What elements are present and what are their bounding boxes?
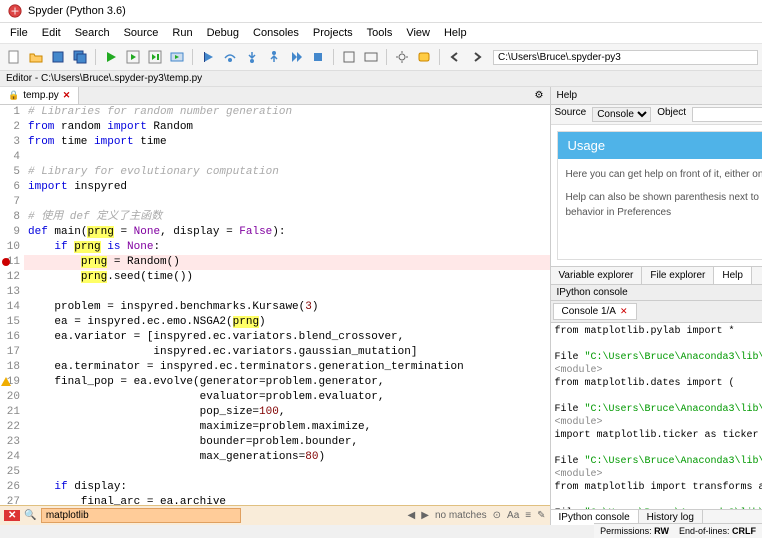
save-button[interactable] [48, 47, 68, 67]
console-output[interactable]: from matplotlib.pylab import * File "C:\… [551, 323, 762, 509]
menu-tools[interactable]: Tools [361, 25, 399, 41]
continue-button[interactable] [286, 47, 306, 67]
source-select[interactable]: Console [592, 107, 651, 122]
step-over-button[interactable] [220, 47, 240, 67]
window-title: Spyder (Python 3.6) [28, 5, 126, 17]
usage-text-1: Here you can get help on front of it, ei… [566, 167, 762, 182]
step-out-button[interactable] [264, 47, 284, 67]
back-button[interactable] [445, 47, 465, 67]
run-button[interactable] [101, 47, 121, 67]
menu-run[interactable]: Run [166, 25, 198, 41]
lock-icon: 🔒 [8, 90, 19, 101]
spyder-logo-icon [8, 4, 22, 18]
menu-projects[interactable]: Projects [307, 25, 359, 41]
fullscreen-button[interactable] [361, 47, 381, 67]
editor-tab-label: temp.py [23, 90, 59, 101]
menu-consoles[interactable]: Consoles [247, 25, 305, 41]
save-all-button[interactable] [70, 47, 90, 67]
menubar: FileEditSearchSourceRunDebugConsolesProj… [0, 23, 762, 44]
menu-file[interactable]: File [4, 25, 34, 41]
close-tab-icon[interactable]: ✕ [63, 90, 71, 101]
tab-file-explorer[interactable]: File explorer [642, 267, 714, 284]
forward-button[interactable] [467, 47, 487, 67]
preferences-button[interactable] [392, 47, 412, 67]
toolbar [0, 44, 762, 71]
regex-toggle[interactable]: ⊙ [493, 510, 501, 521]
editor-tab[interactable]: 🔒 temp.py ✕ [0, 87, 79, 104]
source-label: Source [555, 107, 587, 122]
right-pane: Help Source Console Object Usage Here yo… [551, 87, 762, 525]
run-cell-button[interactable] [123, 47, 143, 67]
word-toggle[interactable]: ≡ [525, 510, 531, 521]
case-toggle[interactable]: Aa [507, 510, 519, 521]
editor-pane: 🔒 temp.py ✕ ⚙ 1# Libraries for random nu… [0, 87, 551, 525]
help-source-bar: Source Console Object [551, 105, 762, 125]
stop-debug-button[interactable] [308, 47, 328, 67]
prev-match-button[interactable]: ◀ [408, 510, 416, 521]
find-bar: ✕ 🔍 ◀ ▶ no matches ⊙ Aa ≡ ✎ [0, 505, 550, 525]
new-file-button[interactable] [4, 47, 24, 67]
titlebar: Spyder (Python 3.6) [0, 0, 762, 23]
no-matches-label: no matches [435, 510, 487, 521]
find-input[interactable] [41, 508, 241, 523]
tab-help[interactable]: Help [714, 267, 752, 284]
close-find-button[interactable]: ✕ [4, 510, 20, 521]
close-console-icon[interactable]: ✕ [620, 306, 628, 317]
highlight-toggle[interactable]: ✎ [537, 510, 545, 521]
step-into-button[interactable] [242, 47, 262, 67]
menu-debug[interactable]: Debug [201, 25, 245, 41]
working-dir-input[interactable] [493, 50, 758, 65]
open-file-button[interactable] [26, 47, 46, 67]
console-header: IPython console [551, 285, 762, 301]
help-header: Help [551, 87, 762, 105]
menu-help[interactable]: Help [438, 25, 473, 41]
editor-options-icon[interactable]: ⚙ [529, 87, 550, 104]
pythonpath-button[interactable] [414, 47, 434, 67]
menu-view[interactable]: View [400, 25, 436, 41]
help-tabs: Variable explorerFile explorerHelp [551, 266, 762, 285]
new-to-spyder-link[interactable]: New to Spy [566, 228, 762, 243]
usage-text-2: Help can also be shown parenthesis next … [566, 190, 762, 220]
console-tab[interactable]: Console 1/A ✕ [553, 303, 637, 320]
code-editor[interactable]: 1# Libraries for random number generatio… [0, 105, 550, 505]
usage-panel: Usage Here you can get help on front of … [557, 131, 762, 260]
menu-edit[interactable]: Edit [36, 25, 67, 41]
object-label: Object [657, 107, 686, 122]
next-match-button[interactable]: ▶ [421, 510, 429, 521]
menu-source[interactable]: Source [118, 25, 165, 41]
debug-button[interactable] [198, 47, 218, 67]
menu-search[interactable]: Search [69, 25, 116, 41]
editor-path-label: Editor - C:\Users\Bruce\.spyder-py3\temp… [0, 71, 762, 87]
editor-tabs: 🔒 temp.py ✕ ⚙ [0, 87, 550, 105]
usage-title: Usage [558, 132, 762, 159]
run-cell-advance-button[interactable] [145, 47, 165, 67]
tab-variable-explorer[interactable]: Variable explorer [551, 267, 643, 284]
run-selection-button[interactable] [167, 47, 187, 67]
console-tab-label: Console 1/A [562, 306, 616, 317]
maximize-pane-button[interactable] [339, 47, 359, 67]
search-icon: 🔍 [24, 510, 36, 521]
statusbar: Permissions: RW End-of-lines: CRLF [594, 523, 762, 538]
object-input[interactable] [692, 107, 762, 122]
